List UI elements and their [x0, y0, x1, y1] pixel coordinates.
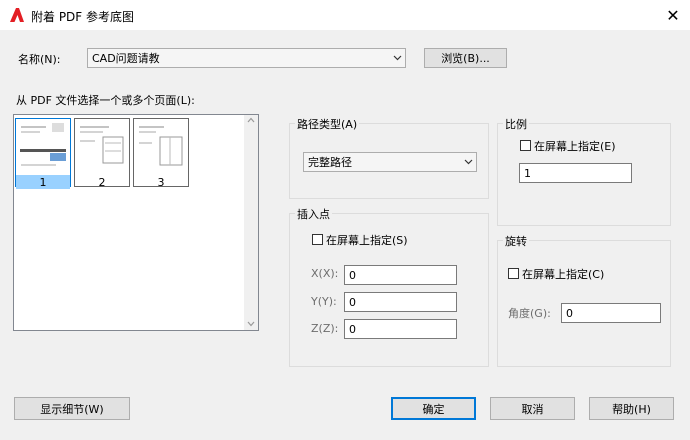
- show-details-button[interactable]: 显示细节(W): [14, 397, 130, 420]
- help-button[interactable]: 帮助(H): [589, 397, 674, 420]
- page-preview: [80, 126, 124, 164]
- y-label: Y(Y):: [311, 295, 337, 308]
- cancel-button[interactable]: 取消: [490, 397, 575, 420]
- chevron-down-icon: [389, 55, 405, 61]
- page-preview: [139, 126, 183, 166]
- page-thumbnail-2[interactable]: 2: [74, 118, 130, 189]
- page-thumbnail-3[interactable]: 3: [133, 118, 189, 189]
- page-number: 1: [16, 175, 70, 189]
- rotation-title: 旋转: [503, 233, 529, 249]
- scale-title: 比例: [503, 116, 529, 132]
- scale-on-screen-label: 在屏幕上指定(E): [534, 140, 616, 153]
- y-input[interactable]: 0: [344, 292, 457, 312]
- autocad-logo-icon: [9, 7, 25, 23]
- path-type-title: 路径类型(A): [295, 116, 360, 132]
- pages-label: 从 PDF 文件选择一个或多个页面(L):: [16, 94, 195, 107]
- insertion-point-title: 插入点: [295, 206, 332, 222]
- page-preview: [20, 123, 66, 166]
- name-label: 名称(N):: [18, 53, 61, 66]
- z-label: Z(Z):: [311, 322, 339, 335]
- path-type-dropdown[interactable]: 完整路径: [303, 152, 477, 172]
- close-icon: ✕: [666, 5, 680, 25]
- close-button[interactable]: ✕: [658, 2, 688, 28]
- scale-on-screen-checkbox[interactable]: [520, 140, 531, 151]
- scroll-down-icon: [247, 321, 255, 327]
- rotation-on-screen-label: 在屏幕上指定(C): [522, 268, 605, 281]
- insertion-on-screen-label: 在屏幕上指定(S): [326, 234, 408, 247]
- scroll-up-icon: [247, 117, 255, 123]
- path-type-value: 完整路径: [308, 156, 352, 169]
- z-input[interactable]: 0: [344, 319, 457, 339]
- angle-label: 角度(G):: [508, 307, 551, 320]
- browse-button[interactable]: 浏览(B)...: [424, 48, 507, 68]
- x-label: X(X):: [311, 267, 339, 280]
- rotation-on-screen-checkbox[interactable]: [508, 268, 519, 279]
- window-title: 附着 PDF 参考底图: [31, 10, 135, 24]
- name-value: CAD问题请教: [92, 52, 160, 65]
- chevron-down-icon: [460, 159, 476, 165]
- name-dropdown[interactable]: CAD问题请教: [87, 48, 406, 68]
- scale-input[interactable]: 1: [519, 163, 632, 183]
- page-number: 2: [98, 175, 106, 189]
- page-thumbnail-1[interactable]: 1: [15, 118, 71, 189]
- ok-button[interactable]: 确定: [391, 397, 476, 420]
- pages-scrollbar[interactable]: [244, 115, 258, 330]
- angle-input[interactable]: 0: [561, 303, 661, 323]
- x-input[interactable]: 0: [344, 265, 457, 285]
- insertion-on-screen-checkbox[interactable]: [312, 234, 323, 245]
- page-number: 3: [157, 175, 165, 189]
